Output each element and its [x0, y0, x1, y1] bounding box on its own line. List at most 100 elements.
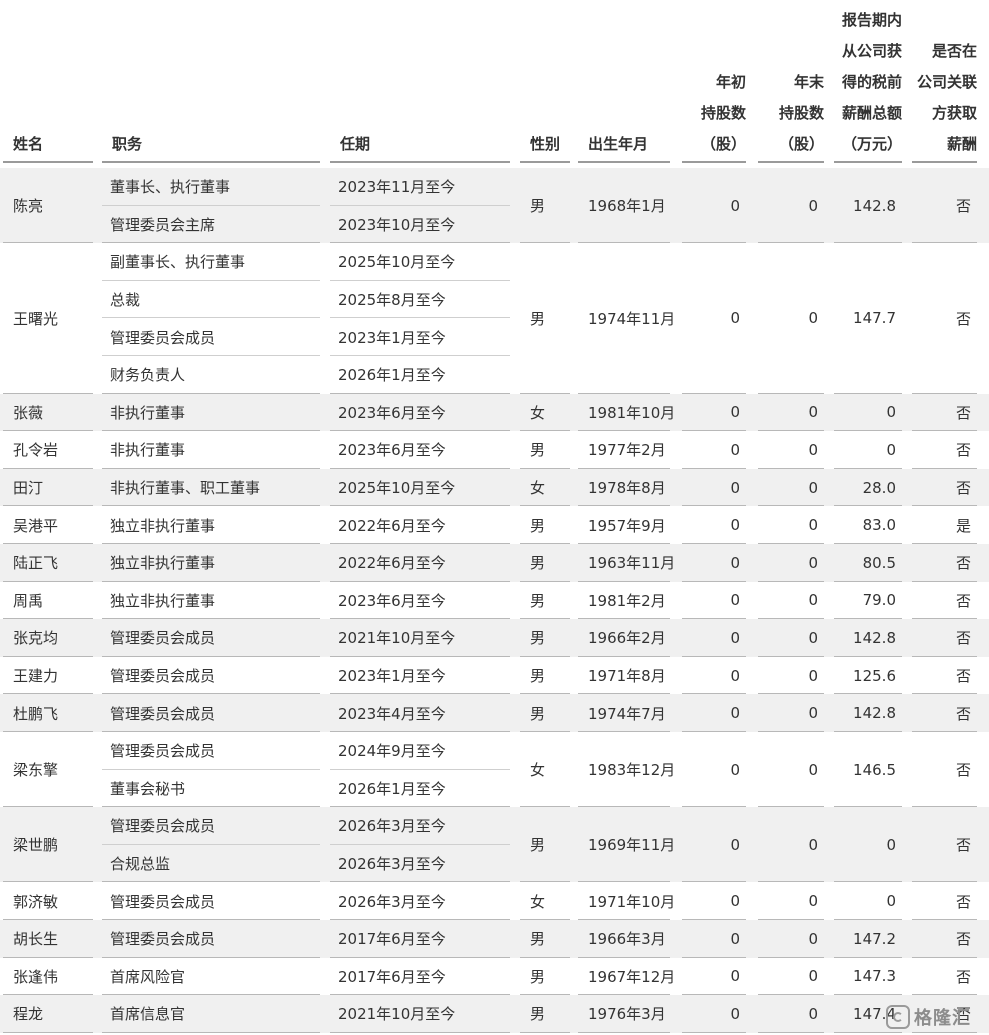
person-name: 孔令岩 [13, 441, 59, 460]
role-title: 管理委员会成员 [110, 667, 216, 686]
role-term: 2021年10月至今 [338, 1005, 456, 1024]
cell-salary: 28.0 [862, 478, 896, 497]
cell-birth: 1966年3月 [588, 930, 666, 949]
header-line: 姓名 [13, 135, 44, 153]
row-rule [520, 1031, 570, 1033]
cell-gender: 男 [530, 441, 546, 460]
cell-related: 否 [955, 761, 971, 780]
header-line: 薪酬 [946, 135, 977, 153]
role-title: 合规总监 [110, 855, 171, 874]
role-term: 2024年9月至今 [338, 742, 446, 761]
header-line: 从公司获 [841, 42, 902, 60]
cell-start-shares: 0 [730, 892, 740, 911]
cell-related: 否 [955, 629, 971, 648]
role-title: 管理委员会成员 [110, 742, 216, 761]
header-line: 薪酬总额 [841, 104, 902, 122]
cell-gender: 男 [530, 554, 546, 573]
cell-end-shares: 0 [808, 440, 818, 459]
cell-gender: 男 [530, 516, 546, 535]
role-title: 非执行董事 [110, 403, 186, 422]
role-term: 2021年10月至今 [338, 629, 456, 648]
role-term: 2023年11月至今 [338, 178, 456, 197]
header-rule [102, 161, 320, 163]
role-term: 2017年6月至今 [338, 967, 446, 986]
cell-gender: 女 [530, 479, 546, 498]
cell-birth: 1981年2月 [588, 591, 666, 610]
cell-related: 否 [955, 967, 971, 986]
cell-end-shares: 0 [808, 553, 818, 572]
header-rule [912, 161, 977, 163]
row-rule [682, 1031, 746, 1033]
cell-gender: 女 [530, 403, 546, 422]
role-term: 2023年10月至今 [338, 215, 456, 234]
cell-related: 否 [955, 403, 971, 422]
role-term: 2023年6月至今 [338, 591, 446, 610]
cell-end-shares: 0 [808, 892, 818, 911]
cell-start-shares: 0 [730, 929, 740, 948]
cell-birth: 1976年3月 [588, 1005, 666, 1024]
cell-end-shares: 0 [808, 1004, 818, 1023]
person-name: 张逢伟 [13, 967, 59, 986]
role-title: 副董事长、执行董事 [110, 253, 246, 272]
cell-salary: 79.0 [862, 591, 896, 610]
cell-related: 否 [955, 197, 971, 216]
role-term: 2026年1月至今 [338, 366, 446, 385]
row-rule [330, 1031, 510, 1033]
role-title: 总裁 [110, 291, 141, 310]
cell-end-shares: 0 [808, 760, 818, 779]
cell-salary: 142.8 [853, 196, 896, 215]
person-name: 周禹 [13, 591, 44, 610]
cell-end-shares: 0 [808, 309, 818, 328]
role-term: 2023年6月至今 [338, 403, 446, 422]
header-start-shares: 年初持股数 （股） [682, 0, 746, 160]
cell-start-shares: 0 [730, 309, 740, 328]
role-title: 董事长、执行董事 [110, 178, 231, 197]
role-term: 2023年6月至今 [338, 441, 446, 460]
person-name: 王曙光 [13, 309, 59, 328]
cell-salary: 80.5 [862, 553, 896, 572]
role-term: 2026年3月至今 [338, 855, 446, 874]
cell-gender: 男 [530, 667, 546, 686]
header-line: 年初 [715, 73, 746, 91]
cell-start-shares: 0 [730, 666, 740, 685]
header-line: （万元） [841, 135, 902, 153]
role-title: 董事会秘书 [110, 779, 186, 798]
header-end-shares: 年末 持股数 （股） [758, 0, 824, 160]
cell-start-shares: 0 [730, 516, 740, 535]
cell-end-shares: 0 [808, 835, 818, 854]
cell-gender: 男 [530, 967, 546, 986]
cell-end-shares: 0 [808, 516, 818, 535]
cell-birth: 1971年10月 [588, 892, 676, 911]
cell-birth: 1981年10月 [588, 403, 676, 422]
cell-related: 否 [955, 591, 971, 610]
header-line: 持股数 [700, 104, 746, 122]
cell-salary: 83.0 [862, 516, 896, 535]
cell-end-shares: 0 [808, 196, 818, 215]
role-term: 2022年6月至今 [338, 554, 446, 573]
header-line: 是否在 [931, 42, 977, 60]
cell-birth: 1968年1月 [588, 197, 666, 216]
cell-start-shares: 0 [730, 478, 740, 497]
cell-birth: 1967年12月 [588, 967, 676, 986]
cell-birth: 1963年11月 [588, 554, 676, 573]
header-line: （股） [700, 135, 746, 153]
role-title: 管理委员会成员 [110, 328, 216, 347]
person-name: 梁世鹏 [13, 836, 59, 855]
cell-related: 否 [955, 836, 971, 855]
cell-start-shares: 0 [730, 835, 740, 854]
gelonghui-logo-icon [886, 1005, 910, 1029]
cell-related: 否 [955, 667, 971, 686]
person-name: 梁东擎 [13, 761, 59, 780]
cell-salary: 0 [886, 892, 896, 911]
cell-related: 否 [955, 309, 971, 328]
cell-salary: 142.8 [853, 628, 896, 647]
role-title: 管理委员会成员 [110, 629, 216, 648]
cell-related: 否 [955, 479, 971, 498]
cell-end-shares: 0 [808, 666, 818, 685]
header-rule [578, 161, 670, 163]
row-rule [102, 1031, 320, 1033]
person-name: 陆正飞 [13, 554, 59, 573]
cell-gender: 男 [530, 629, 546, 648]
cell-related: 否 [955, 441, 971, 460]
cell-birth: 1977年2月 [588, 441, 666, 460]
